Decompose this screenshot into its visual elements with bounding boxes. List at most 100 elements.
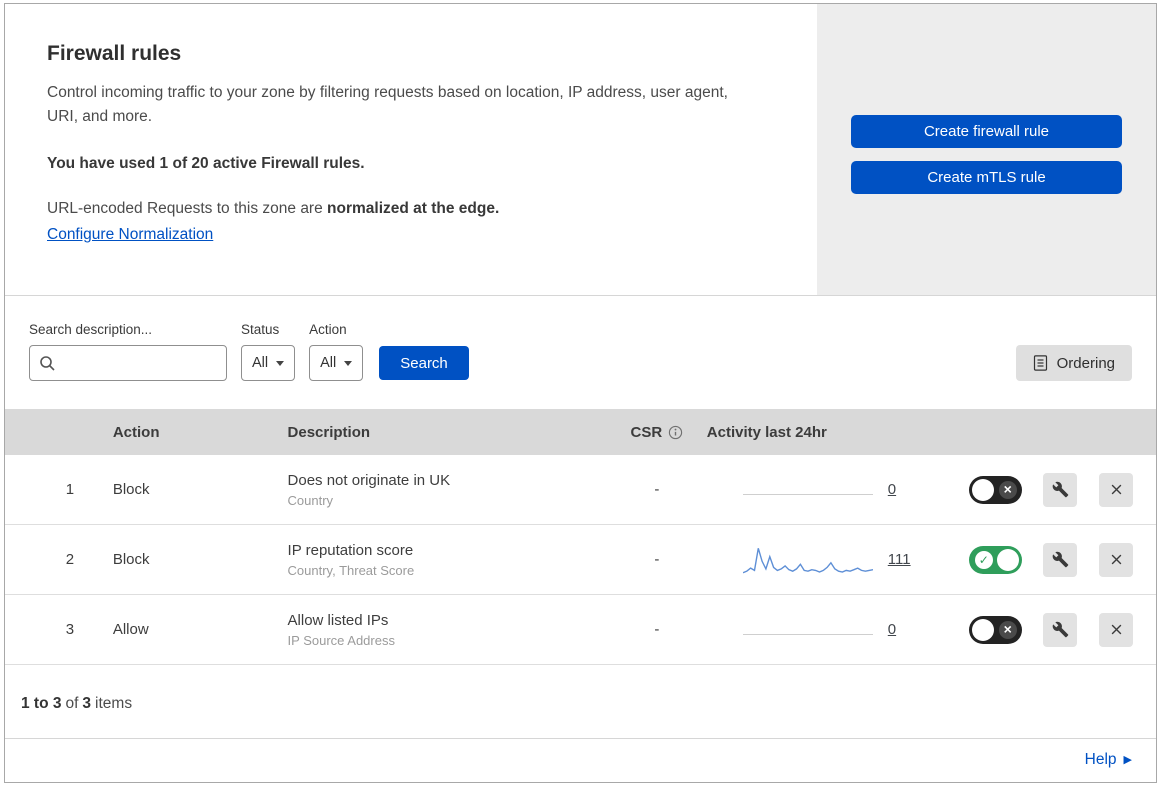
rule-description: Does not originate in UK [287, 471, 451, 489]
status-label: Status [241, 322, 280, 337]
toggle-knob [996, 548, 1019, 571]
rule-toggle-cell: ✓ × [956, 475, 1034, 504]
col-description: Description [287, 423, 371, 441]
help-link[interactable]: Help ▶ [1085, 751, 1132, 769]
action-label: Action [309, 322, 347, 337]
pagination-range: 1 to 3 [21, 695, 62, 712]
search-box [29, 345, 227, 381]
rule-csr-value: - [654, 621, 660, 638]
page-header-text: Firewall rules Control incoming traffic … [5, 4, 817, 295]
rule-action: Block [112, 551, 150, 568]
search-label: Search description... [29, 322, 153, 337]
arrow-right-icon: ▶ [1123, 753, 1132, 766]
close-icon [1111, 484, 1121, 495]
pagination-items: items [95, 695, 133, 712]
col-csr: CSR [607, 424, 707, 441]
pagination-of: of [65, 695, 79, 712]
toggle-knob [971, 618, 994, 641]
toggle-knob [971, 478, 994, 501]
pagination-total: 3 [82, 695, 92, 712]
rule-edit-cell [1034, 612, 1086, 647]
table-row: 3 Allow Allow listed IPs IP Source Addre… [5, 595, 1156, 665]
rule-csr-value: - [654, 551, 660, 568]
close-icon [1111, 554, 1121, 565]
col-action: Action [112, 423, 160, 441]
delete-rule-button[interactable] [1099, 472, 1134, 507]
info-icon[interactable] [668, 425, 683, 440]
search-input[interactable] [29, 345, 227, 381]
rule-edit-cell [1034, 542, 1086, 577]
rule-toggle-cell: ✓ × [956, 545, 1034, 574]
normalization-note-bold: normalized at the edge. [327, 200, 500, 218]
rule-delete-cell [1086, 612, 1146, 647]
x-icon: × [998, 480, 1017, 499]
rule-description: Allow listed IPs [287, 611, 389, 629]
close-icon [1111, 624, 1121, 635]
rule-action: Allow [112, 621, 149, 638]
status-dropdown[interactable]: All [241, 345, 296, 381]
rule-activity-cell: 0 [707, 472, 957, 508]
search-button[interactable]: Search [379, 346, 469, 380]
rule-criteria: IP Source Address [287, 632, 395, 648]
ordering-icon [1033, 355, 1047, 371]
ordering-button-label: Ordering [1056, 354, 1115, 372]
usage-summary: You have used 1 of 20 active Firewall ru… [47, 155, 365, 173]
rule-priority: 2 [65, 551, 75, 568]
header-actions-panel: Create firewall rule Create mTLS rule [817, 4, 1156, 295]
help-bar: Help ▶ [5, 739, 1156, 782]
edit-rule-button[interactable] [1043, 472, 1078, 507]
normalization-note: URL-encoded Requests to this zone are no… [47, 200, 757, 218]
activity-sparkline [742, 612, 873, 648]
table-header: Action Description CSR Activity last 24h… [5, 409, 1156, 455]
page-title: Firewall rules [47, 42, 182, 65]
rule-delete-cell [1086, 542, 1146, 577]
page-description: Control incoming traffic to your zone by… [47, 84, 728, 126]
table-row: 2 Block IP reputation score Country, Thr… [5, 525, 1156, 595]
page-header-section: Firewall rules Control incoming traffic … [5, 4, 1156, 296]
create-firewall-rule-button[interactable]: Create firewall rule [851, 115, 1122, 148]
rule-activity-cell: 0 [707, 612, 957, 648]
activity-count-link[interactable]: 0 [888, 621, 896, 638]
rule-description: IP reputation score [287, 541, 414, 559]
activity-sparkline [742, 472, 873, 508]
rule-enabled-toggle[interactable]: ✓ × [968, 475, 1022, 504]
rule-description-cell: Does not originate in UK Country [288, 472, 607, 508]
configure-normalization-link[interactable]: Configure Normalization [47, 226, 213, 244]
rule-description-cell: Allow listed IPs IP Source Address [288, 612, 607, 648]
activity-count-link[interactable]: 111 [888, 551, 911, 568]
rule-edit-cell [1034, 472, 1086, 507]
activity-sparkline [742, 542, 873, 578]
firewall-rules-page: Firewall rules Control incoming traffic … [4, 3, 1157, 783]
rule-enabled-toggle[interactable]: ✓ × [968, 545, 1022, 574]
search-filter-group: Search description... [29, 322, 227, 381]
delete-rule-button[interactable] [1099, 542, 1134, 577]
wrench-icon [1052, 621, 1068, 638]
rule-priority: 1 [65, 481, 75, 498]
rule-action: Block [112, 481, 150, 498]
edit-rule-button[interactable] [1043, 542, 1078, 577]
x-icon: × [998, 620, 1017, 639]
chevron-down-icon [276, 360, 285, 366]
delete-rule-button[interactable] [1099, 612, 1134, 647]
rule-description-cell: IP reputation score Country, Threat Scor… [288, 542, 607, 578]
action-dropdown[interactable]: All [309, 345, 364, 381]
status-filter-group: Status All [241, 322, 296, 381]
rule-enabled-toggle[interactable]: ✓ × [968, 615, 1022, 644]
col-activity: Activity last 24hr [706, 423, 827, 441]
pagination-summary: 1 to 3 of 3 items [5, 665, 1156, 739]
action-filter-group: Action All [309, 322, 364, 381]
table-row: 1 Block Does not originate in UK Country… [5, 455, 1156, 525]
normalization-note-text: URL-encoded Requests to this zone are [47, 200, 328, 218]
rule-criteria: Country [287, 492, 334, 508]
rule-toggle-cell: ✓ × [956, 615, 1034, 644]
check-icon: ✓ [974, 550, 993, 569]
wrench-icon [1052, 551, 1068, 568]
rule-activity-cell: 111 [707, 542, 957, 578]
action-dropdown-value: All [320, 355, 337, 371]
ordering-button[interactable]: Ordering [1015, 345, 1132, 381]
search-icon [40, 356, 55, 371]
activity-count-link[interactable]: 0 [888, 481, 896, 498]
wrench-icon [1052, 481, 1068, 498]
create-mtls-rule-button[interactable]: Create mTLS rule [851, 161, 1122, 194]
edit-rule-button[interactable] [1043, 612, 1078, 647]
